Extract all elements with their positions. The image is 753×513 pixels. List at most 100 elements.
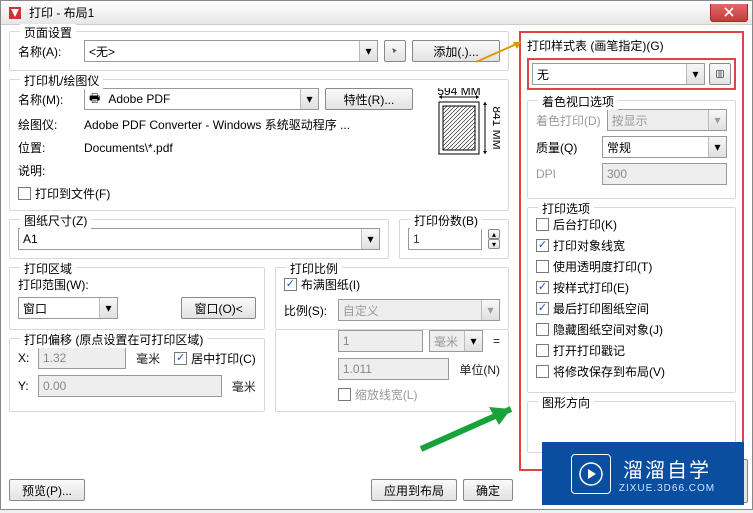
offset-title: 打印偏移 (原点设置在可打印区域): [20, 331, 207, 348]
brand-logo-icon: [571, 454, 611, 494]
right-highlight-region: 打印样式表 (画笔指定)(G) 无▾ 着色视口选项 着色打印(D)按显示▾ 质量…: [519, 31, 744, 471]
copies-input[interactable]: [408, 228, 482, 250]
checkbox-icon: [174, 352, 187, 365]
pointer-icon: [391, 44, 399, 58]
chevron-down-icon: ▾: [359, 41, 377, 61]
scale-group: 打印比例 布满图纸(I) 比例(S): 自定义▾: [275, 267, 509, 330]
chevron-down-icon: ▾: [708, 110, 726, 130]
printer-group: 打印机/绘图仪 名称(M): 🖶 Adobe PDF ▾ 特性(R)... 绘图…: [9, 79, 509, 211]
quality-select[interactable]: 常规▾: [602, 136, 727, 158]
range-label: 打印范围(W):: [18, 276, 256, 293]
chevron-down-icon: ▾: [99, 298, 117, 318]
print-area-group: 打印区域 打印范围(W): 窗口 ▾ 窗口(O)<: [9, 267, 265, 330]
checkbox-icon: [536, 239, 549, 252]
page-setting-group: 页面设置 名称(A): <无> ▾ 添加(.)...: [9, 31, 509, 71]
name-m-label: 名称(M):: [18, 91, 78, 108]
range-value: 窗口: [19, 300, 99, 317]
checkbox-icon: [338, 388, 351, 401]
printer-group-title: 打印机/绘图仪: [20, 72, 103, 89]
paper-size-select[interactable]: A1 ▾: [18, 228, 380, 250]
x-label: X:: [18, 351, 32, 365]
scale-title: 打印比例: [286, 260, 342, 277]
option-1[interactable]: 打印对象线宽: [536, 237, 727, 254]
orientation-title: 图形方向: [538, 394, 594, 411]
chevron-down-icon: ▾: [300, 89, 318, 109]
plot-style-edit-button[interactable]: [709, 63, 731, 85]
scale-num1: [338, 330, 423, 352]
print-to-file-label: 打印到文件(F): [35, 185, 110, 202]
paper-size-group: 图纸尺寸(Z) A1 ▾: [9, 219, 389, 259]
checkbox-icon: [536, 281, 549, 294]
checkbox-icon: [536, 260, 549, 273]
option-5[interactable]: 隐藏图纸空间对象(J): [536, 321, 727, 338]
print-options-group: 打印选项 后台打印(K)打印对象线宽使用透明度打印(T)按样式打印(E)最后打印…: [527, 207, 736, 393]
option-6[interactable]: 打开打印戳记: [536, 342, 727, 359]
scale-num2: [338, 358, 450, 380]
close-icon: [724, 7, 734, 17]
offset-group: 打印偏移 (原点设置在可打印区域) X: 毫米 居中打印(C) Y: 毫米: [9, 338, 265, 412]
y-label: Y:: [18, 379, 32, 393]
chevron-down-icon: ▾: [686, 64, 704, 84]
printer-value: Adobe PDF: [104, 92, 300, 106]
option-3[interactable]: 按样式打印(E): [536, 279, 727, 296]
print-to-file-checkbox[interactable]: 打印到文件(F): [18, 185, 413, 202]
paper-preview: 594 MM 841 MM: [421, 88, 500, 158]
plot-style-select[interactable]: 无▾: [532, 63, 705, 85]
plotter-value: Adobe PDF Converter - Windows 系统驱动程序 ...: [84, 116, 350, 133]
ratio-label: 比例(S):: [284, 302, 332, 319]
copies-title: 打印份数(B): [410, 212, 482, 229]
option-7[interactable]: 将修改保存到布局(V): [536, 363, 727, 380]
spin-down[interactable]: ▾: [488, 239, 500, 249]
fit-to-paper-checkbox[interactable]: 布满图纸(I): [284, 276, 500, 293]
shade-title: 着色视口选项: [538, 93, 618, 110]
paper-size-title: 图纸尺寸(Z): [20, 212, 91, 229]
copies-group: 打印份数(B) ▴▾: [399, 219, 509, 259]
center-checkbox[interactable]: 居中打印(C): [174, 350, 256, 367]
app-icon: [7, 5, 23, 21]
y-input: [38, 375, 222, 397]
chevron-down-icon: ▾: [481, 300, 499, 320]
location-label: 位置:: [18, 139, 78, 156]
option-2[interactable]: 使用透明度打印(T): [536, 258, 727, 275]
page-setting-title: 页面设置: [20, 24, 76, 41]
print-area-title: 打印区域: [20, 260, 76, 277]
checkbox-icon: [536, 302, 549, 315]
chevron-down-icon: ▾: [464, 331, 482, 351]
window-pick-button[interactable]: 窗口(O)<: [181, 297, 255, 319]
properties-button[interactable]: 特性(R)...: [325, 88, 413, 110]
chevron-down-icon: ▾: [708, 137, 726, 157]
range-select[interactable]: 窗口 ▾: [18, 297, 118, 319]
checkbox-icon: [18, 187, 31, 200]
preview-w-label: 594 MM: [437, 88, 480, 98]
name-a-select[interactable]: <无> ▾: [84, 40, 378, 62]
option-0[interactable]: 后台打印(K): [536, 216, 727, 233]
chevron-down-icon: ▾: [361, 229, 379, 249]
x-input: [38, 347, 126, 369]
preview-h-label: 841 MM: [490, 106, 500, 149]
checkbox-icon: [536, 344, 549, 357]
paper-size-value: A1: [19, 232, 361, 246]
ratio-select: 自定义▾: [338, 299, 500, 321]
printer-select[interactable]: 🖶 Adobe PDF ▾: [84, 88, 319, 110]
location-value: Documents\*.pdf: [84, 141, 173, 155]
name-a-value: <无>: [85, 43, 359, 60]
checkbox-icon: [536, 323, 549, 336]
preview-button[interactable]: 预览(P)...: [9, 479, 85, 501]
scale-lineweight-checkbox: 缩放线宽(L): [338, 386, 418, 403]
option-4[interactable]: 最后打印图纸空间: [536, 300, 727, 317]
add-button[interactable]: 添加(.)...: [412, 40, 500, 62]
dpi-input: [602, 163, 727, 185]
name-a-label: 名称(A):: [18, 43, 78, 60]
ok-button[interactable]: 确定: [463, 479, 513, 501]
checkbox-icon: [536, 365, 549, 378]
info-button[interactable]: [384, 40, 406, 62]
brand-watermark: 溜溜自学ZIXUE.3D66.COM: [542, 442, 744, 505]
desc-label: 说明:: [18, 162, 78, 179]
scale-unit1: 毫米▾: [429, 330, 483, 352]
close-button[interactable]: [710, 4, 748, 22]
window-title: 打印 - 布局1: [29, 4, 94, 21]
apply-button[interactable]: 应用到布局: [371, 479, 457, 501]
spin-up[interactable]: ▴: [488, 229, 500, 239]
shade-mode-select: 按显示▾: [607, 109, 727, 131]
checkbox-icon: [536, 218, 549, 231]
